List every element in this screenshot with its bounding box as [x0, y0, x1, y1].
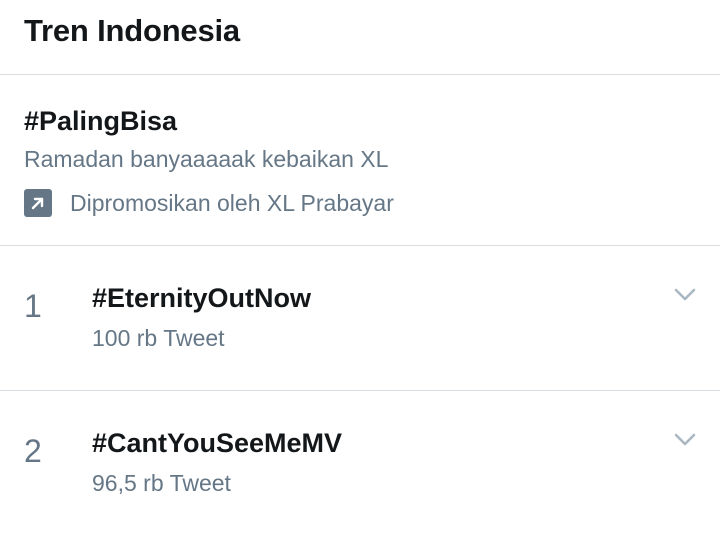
promoted-by-line: Dipromosikan oleh XL Prabayar — [24, 189, 394, 217]
trend-tweet-count: 96,5 rb Tweet — [92, 470, 231, 496]
trend-name[interactable]: #CantYouSeeMeMV — [92, 428, 342, 459]
promoted-by-label: Dipromosikan oleh XL Prabayar — [70, 189, 394, 216]
trend-name[interactable]: #EternityOutNow — [92, 283, 311, 314]
chevron-down-icon[interactable] — [674, 288, 696, 302]
chevron-down-icon[interactable] — [674, 433, 696, 447]
trends-header: Tren Indonesia — [0, 0, 720, 75]
promoted-arrow-icon — [24, 189, 52, 217]
trend-rank: 2 — [24, 433, 42, 469]
promoted-description: Ramadan banyaaaaak kebaikan XL — [24, 146, 389, 172]
promoted-hashtag[interactable]: #PalingBisa — [24, 106, 177, 137]
trend-item[interactable]: 2 #CantYouSeeMeMV 96,5 rb Tweet — [0, 391, 720, 535]
promoted-trend[interactable]: #PalingBisa Ramadan banyaaaaak kebaikan … — [0, 76, 720, 246]
trend-tweet-count: 100 rb Tweet — [92, 325, 225, 351]
page-title: Tren Indonesia — [24, 13, 240, 48]
trends-screen: Tren Indonesia #PalingBisa Ramadan banya… — [0, 0, 720, 535]
trend-item[interactable]: 1 #EternityOutNow 100 rb Tweet — [0, 246, 720, 391]
trend-rank: 1 — [24, 288, 42, 324]
